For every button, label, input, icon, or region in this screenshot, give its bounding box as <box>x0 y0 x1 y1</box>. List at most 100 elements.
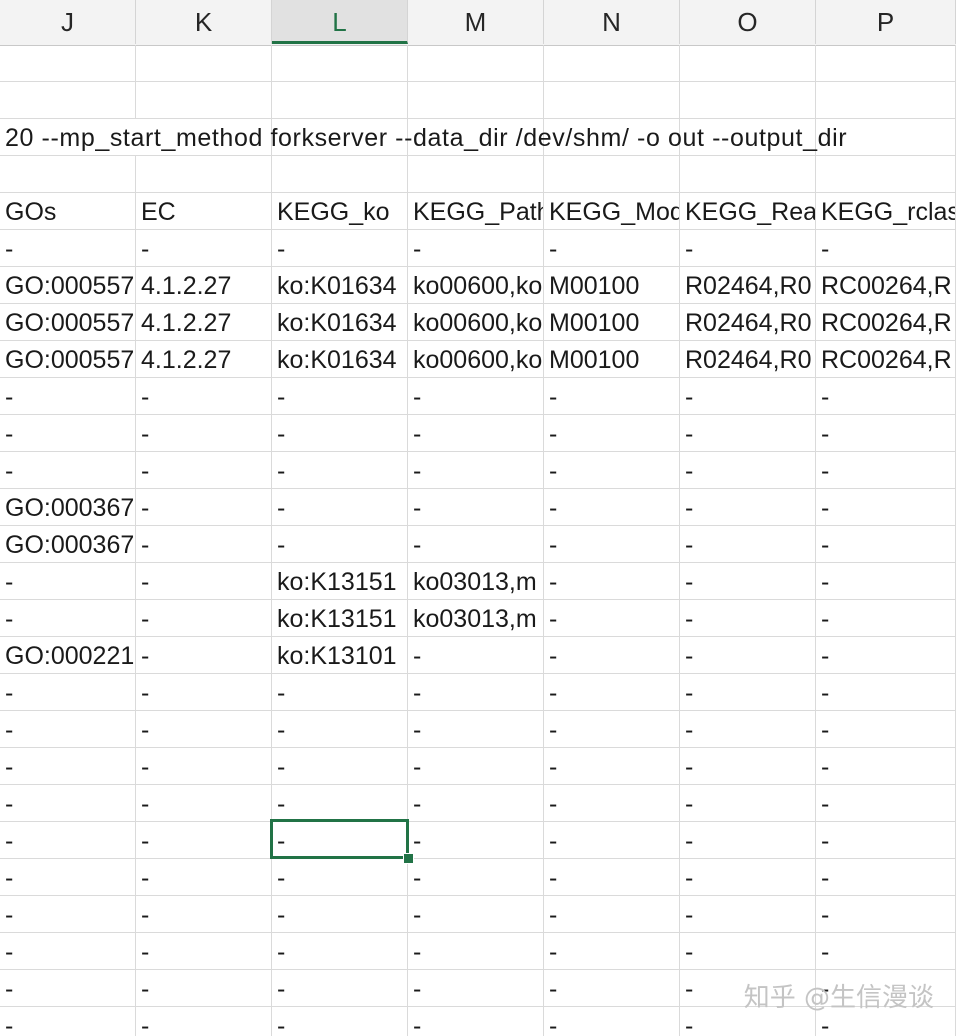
cell[interactable]: KEGG_Rea <box>680 193 816 229</box>
cell[interactable]: ko:K13151 <box>272 600 408 636</box>
cell[interactable] <box>680 82 816 118</box>
cell[interactable]: R02464,R0 <box>680 304 816 340</box>
cell[interactable]: - <box>408 526 544 562</box>
cell[interactable]: GO:000557 <box>0 267 136 303</box>
cell[interactable] <box>0 45 136 81</box>
cell[interactable]: - <box>680 489 816 525</box>
cell[interactable]: - <box>544 526 680 562</box>
cell[interactable]: ko:K01634 <box>272 304 408 340</box>
cell[interactable]: - <box>816 711 956 747</box>
cell[interactable]: - <box>272 674 408 710</box>
cell[interactable]: - <box>272 970 408 1006</box>
cell[interactable]: - <box>136 452 272 488</box>
column-header-n[interactable]: N <box>544 0 680 44</box>
cell[interactable]: ko03013,m <box>408 563 544 599</box>
cell[interactable]: - <box>272 896 408 932</box>
cell[interactable]: KEGG_Mod <box>544 193 680 229</box>
cell[interactable]: - <box>408 711 544 747</box>
cell[interactable]: - <box>272 230 408 266</box>
cell[interactable]: - <box>544 489 680 525</box>
cell[interactable]: - <box>408 970 544 1006</box>
cell[interactable] <box>680 156 816 192</box>
cell[interactable]: - <box>136 822 272 858</box>
cell[interactable]: - <box>0 674 136 710</box>
cell[interactable] <box>0 156 136 192</box>
cell[interactable]: - <box>136 785 272 821</box>
cell[interactable]: - <box>0 970 136 1006</box>
column-header-j[interactable]: J <box>0 0 136 44</box>
cell[interactable]: - <box>0 378 136 414</box>
spreadsheet[interactable]: JKLMNOP 20 --mp_start_method forkserver … <box>0 0 956 1036</box>
cell[interactable]: GO:000367 <box>0 526 136 562</box>
cell[interactable] <box>408 82 544 118</box>
cell[interactable]: - <box>816 822 956 858</box>
cell[interactable] <box>544 156 680 192</box>
cell[interactable] <box>272 82 408 118</box>
cell[interactable]: - <box>544 600 680 636</box>
cell[interactable]: - <box>0 896 136 932</box>
cell[interactable]: M00100 <box>544 267 680 303</box>
cell[interactable]: - <box>544 415 680 451</box>
cell[interactable]: - <box>544 563 680 599</box>
cell[interactable]: - <box>816 785 956 821</box>
cell[interactable] <box>408 156 544 192</box>
cell[interactable]: - <box>680 859 816 895</box>
cell[interactable]: - <box>816 748 956 784</box>
cell[interactable]: - <box>680 230 816 266</box>
cell[interactable] <box>816 45 956 81</box>
cell[interactable]: RC00264,R <box>816 304 956 340</box>
cell[interactable]: - <box>544 896 680 932</box>
cell[interactable]: R02464,R0 <box>680 267 816 303</box>
cell[interactable]: EC <box>136 193 272 229</box>
column-header-m[interactable]: M <box>408 0 544 44</box>
cell[interactable]: 4.1.2.27 <box>136 304 272 340</box>
cell[interactable]: - <box>680 822 816 858</box>
column-header-k[interactable]: K <box>136 0 272 44</box>
cell[interactable]: - <box>136 970 272 1006</box>
cell[interactable]: - <box>272 785 408 821</box>
cell[interactable]: - <box>816 600 956 636</box>
cell[interactable]: - <box>0 452 136 488</box>
cell[interactable]: ko:K13151 <box>272 563 408 599</box>
cell[interactable]: - <box>680 563 816 599</box>
cell[interactable]: R02464,R0 <box>680 341 816 377</box>
cell[interactable]: ko00600,ko <box>408 304 544 340</box>
cell[interactable]: - <box>272 822 408 858</box>
cell[interactable]: - <box>816 933 956 969</box>
cell[interactable]: - <box>0 711 136 747</box>
cell[interactable]: - <box>544 748 680 784</box>
cell[interactable]: - <box>272 415 408 451</box>
cell[interactable]: - <box>816 674 956 710</box>
cell[interactable]: - <box>0 748 136 784</box>
cell[interactable]: - <box>680 674 816 710</box>
cell[interactable]: ko03013,m <box>408 600 544 636</box>
cell[interactable]: - <box>136 748 272 784</box>
cell[interactable]: - <box>680 896 816 932</box>
cell[interactable]: - <box>272 859 408 895</box>
cell[interactable]: - <box>272 526 408 562</box>
cell[interactable]: KEGG_ko <box>272 193 408 229</box>
cell[interactable]: - <box>136 859 272 895</box>
cell[interactable]: - <box>136 711 272 747</box>
cell[interactable]: - <box>544 933 680 969</box>
cell[interactable]: - <box>136 933 272 969</box>
cell[interactable] <box>136 156 272 192</box>
cell[interactable]: ko:K01634 <box>272 267 408 303</box>
cell[interactable]: - <box>272 378 408 414</box>
cell[interactable]: GOs <box>0 193 136 229</box>
cell[interactable]: - <box>544 230 680 266</box>
cell[interactable]: KEGG_rclas <box>816 193 956 229</box>
cell[interactable]: - <box>272 452 408 488</box>
cell[interactable]: - <box>408 415 544 451</box>
cell[interactable]: - <box>544 1007 680 1036</box>
cell[interactable]: - <box>544 378 680 414</box>
cell[interactable] <box>136 45 272 81</box>
cell[interactable]: - <box>680 785 816 821</box>
cell[interactable]: - <box>0 859 136 895</box>
cell[interactable]: - <box>408 1007 544 1036</box>
cell[interactable]: - <box>544 637 680 673</box>
column-header-p[interactable]: P <box>816 0 956 44</box>
cell[interactable]: GO:000221 <box>0 637 136 673</box>
cell[interactable]: - <box>680 378 816 414</box>
cell[interactable] <box>272 156 408 192</box>
